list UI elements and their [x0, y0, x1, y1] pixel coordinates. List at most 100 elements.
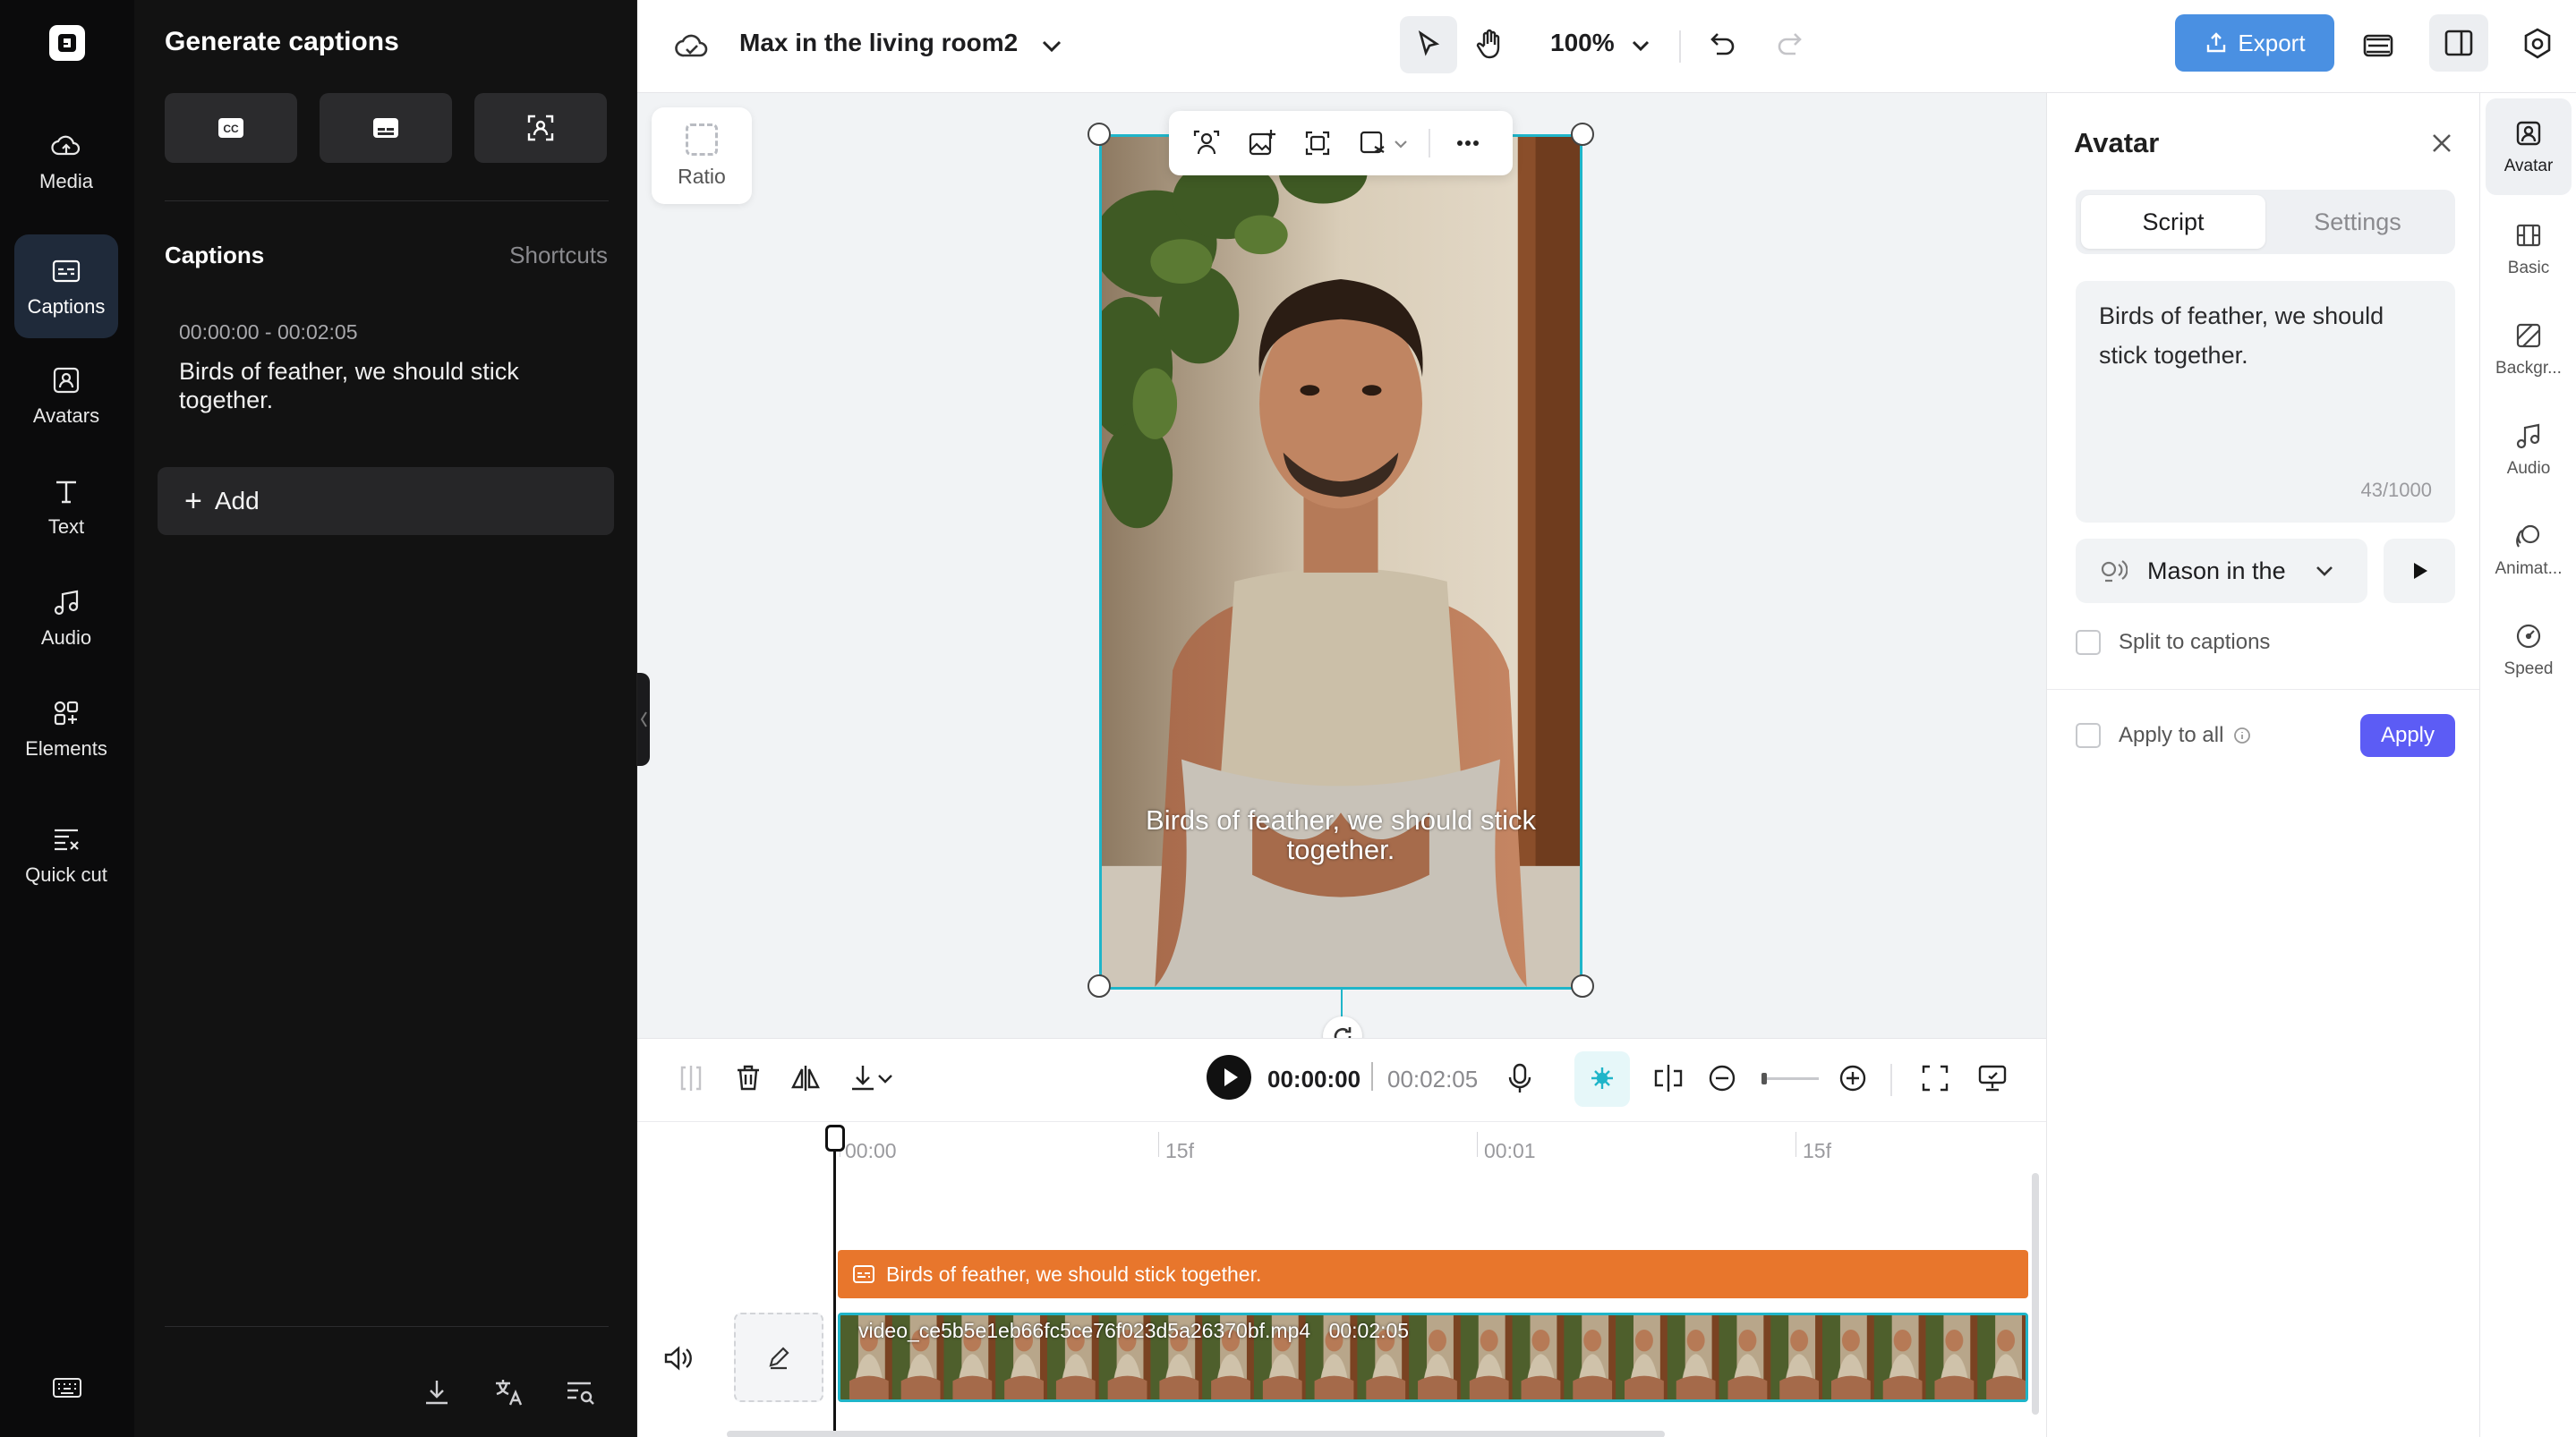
zoom-out-icon[interactable] — [1704, 1060, 1740, 1096]
resize-handle-bottom-right[interactable] — [1571, 974, 1594, 998]
auto-captions-button[interactable]: CC — [165, 93, 297, 163]
caption-text[interactable]: Birds of feather, we should stick togeth… — [179, 358, 600, 415]
chevron-down-icon[interactable] — [1391, 127, 1411, 159]
voice-select[interactable]: Mason in the — [2076, 539, 2367, 603]
select-tool-button[interactable] — [1400, 16, 1457, 73]
tab-animation[interactable]: Animat... — [2486, 501, 2572, 598]
scan-captions-button[interactable] — [474, 93, 607, 163]
resize-handle-top-right[interactable] — [1571, 123, 1594, 146]
keyboard-icon[interactable] — [50, 1371, 84, 1405]
edit-cover-button[interactable] — [734, 1313, 823, 1402]
avatar-icon — [53, 367, 80, 393]
rail-item-elements[interactable]: Elements — [14, 676, 118, 780]
app-logo[interactable] — [49, 25, 85, 61]
flip-icon[interactable] — [788, 1060, 823, 1096]
caption-clip[interactable]: Birds of feather, we should stick togeth… — [838, 1250, 2028, 1298]
rail-item-audio[interactable]: Audio — [14, 565, 118, 669]
rail-item-label: Elements — [25, 736, 107, 760]
rotate-connector — [1341, 990, 1343, 1016]
preview-screen-icon[interactable] — [1975, 1060, 2010, 1096]
rail-item-media[interactable]: Media — [14, 109, 118, 213]
project-name[interactable]: Max in the living room2 — [739, 29, 1018, 57]
download-icon[interactable] — [419, 1374, 455, 1410]
layout-toggle-button[interactable] — [2429, 14, 2488, 72]
apply-all-checkbox[interactable] — [2076, 723, 2101, 748]
chevron-down-icon[interactable] — [1622, 27, 1659, 64]
scan-icon — [527, 115, 554, 141]
rail-item-quick-cut[interactable]: Quick cut — [14, 796, 118, 913]
horizontal-scrollbar[interactable] — [727, 1431, 1665, 1437]
trash-icon[interactable] — [730, 1060, 766, 1096]
tab-background[interactable]: Backgr... — [2486, 301, 2572, 397]
separator — [1679, 30, 1681, 63]
resize-handle-top-left[interactable] — [1088, 123, 1111, 146]
more-icon[interactable] — [1452, 127, 1484, 159]
chevron-down-icon[interactable] — [1033, 27, 1070, 64]
vertical-scrollbar[interactable] — [2032, 1173, 2039, 1415]
settings-icon[interactable] — [2519, 25, 2556, 63]
playhead-handle[interactable] — [825, 1125, 845, 1152]
separator — [1371, 1062, 1373, 1091]
ruler-label: 15f — [1165, 1139, 1194, 1162]
tab-avatar[interactable]: Avatar — [2486, 98, 2572, 195]
crop-icon[interactable] — [1301, 127, 1334, 159]
caption-timestamp: 00:00:00 - 00:02:05 — [179, 320, 358, 344]
ratio-button[interactable]: Ratio — [652, 107, 752, 204]
subtitle-file-button[interactable] — [320, 93, 452, 163]
play-icon — [2414, 563, 2427, 579]
play-button[interactable] — [1207, 1055, 1251, 1100]
stack-icon[interactable] — [2359, 27, 2397, 64]
video-preview[interactable]: Birds of feather, we should stick togeth… — [1099, 134, 1582, 990]
zoom-slider-track[interactable] — [1761, 1077, 1819, 1080]
properties-panel: Avatar Script Settings Birds of feather,… — [2046, 93, 2480, 1437]
translate-icon[interactable] — [490, 1374, 526, 1410]
split-to-captions-row[interactable]: Split to captions — [2076, 630, 2270, 655]
tab-speed[interactable]: Speed — [2486, 601, 2572, 698]
replace-media-icon[interactable] — [1357, 127, 1389, 159]
add-image-icon[interactable] — [1246, 127, 1278, 159]
resize-handle-bottom-left[interactable] — [1088, 974, 1111, 998]
logo-icon — [58, 34, 76, 52]
voice-preview-button[interactable] — [2384, 539, 2455, 603]
undo-icon[interactable] — [1702, 27, 1740, 64]
split-clip-icon[interactable] — [673, 1060, 709, 1096]
rail-item-avatars[interactable]: Avatars — [14, 344, 118, 447]
close-icon[interactable] — [2426, 127, 2458, 159]
apply-button[interactable]: Apply — [2360, 714, 2455, 757]
overlay-caption[interactable]: Birds of feather, we should stick togeth… — [1102, 805, 1580, 864]
rail-item-text[interactable]: Text — [14, 455, 118, 558]
rail-item-captions[interactable]: Captions — [14, 234, 118, 338]
tab-script[interactable]: Script — [2081, 195, 2265, 249]
avatar-swap-icon[interactable] — [1190, 127, 1223, 159]
hand-icon[interactable] — [1471, 26, 1509, 64]
zoom-level[interactable]: 100% — [1550, 29, 1615, 57]
zoom-slider-handle[interactable] — [1761, 1073, 1767, 1084]
microphone-icon[interactable] — [1502, 1060, 1538, 1096]
search-captions-icon[interactable] — [562, 1374, 598, 1410]
collapse-panel-tab[interactable] — [637, 673, 650, 766]
add-caption-button[interactable]: + Add — [158, 467, 614, 535]
export-button[interactable]: Export — [2175, 14, 2334, 72]
info-icon[interactable] — [2232, 726, 2252, 745]
fit-screen-icon[interactable] — [1917, 1060, 1953, 1096]
tab-settings[interactable]: Settings — [2265, 195, 2450, 249]
chevron-down-icon[interactable] — [874, 1060, 897, 1096]
tab-audio[interactable]: Audio — [2486, 401, 2572, 497]
split-screen-icon[interactable] — [1651, 1060, 1686, 1096]
video-clip-label: video_ce5b5e1eb66fc5ce76f023d5a26370bf.m… — [858, 1319, 1409, 1343]
apply-to-all-row[interactable]: Apply to all — [2076, 723, 2252, 748]
tab-label: Basic — [2507, 259, 2550, 277]
total-duration: 00:02:05 — [1387, 1066, 1479, 1093]
script-textarea[interactable]: Birds of feather, we should stick togeth… — [2076, 281, 2455, 523]
split-checkbox[interactable] — [2076, 630, 2101, 655]
cloud-icon[interactable] — [673, 27, 711, 64]
redo-icon[interactable] — [1772, 27, 1810, 64]
tab-basic[interactable]: Basic — [2486, 200, 2572, 297]
ruler-label: 00:00 — [845, 1139, 897, 1162]
rail-item-label: Audio — [40, 625, 92, 649]
caption-clip-icon — [853, 1265, 874, 1283]
shortcuts-link[interactable]: Shortcuts — [509, 242, 608, 269]
volume-icon[interactable] — [661, 1341, 695, 1375]
video-clip[interactable]: video_ce5b5e1eb66fc5ce76f023d5a26370bf.m… — [838, 1313, 2028, 1402]
zoom-in-icon[interactable] — [1835, 1060, 1871, 1096]
